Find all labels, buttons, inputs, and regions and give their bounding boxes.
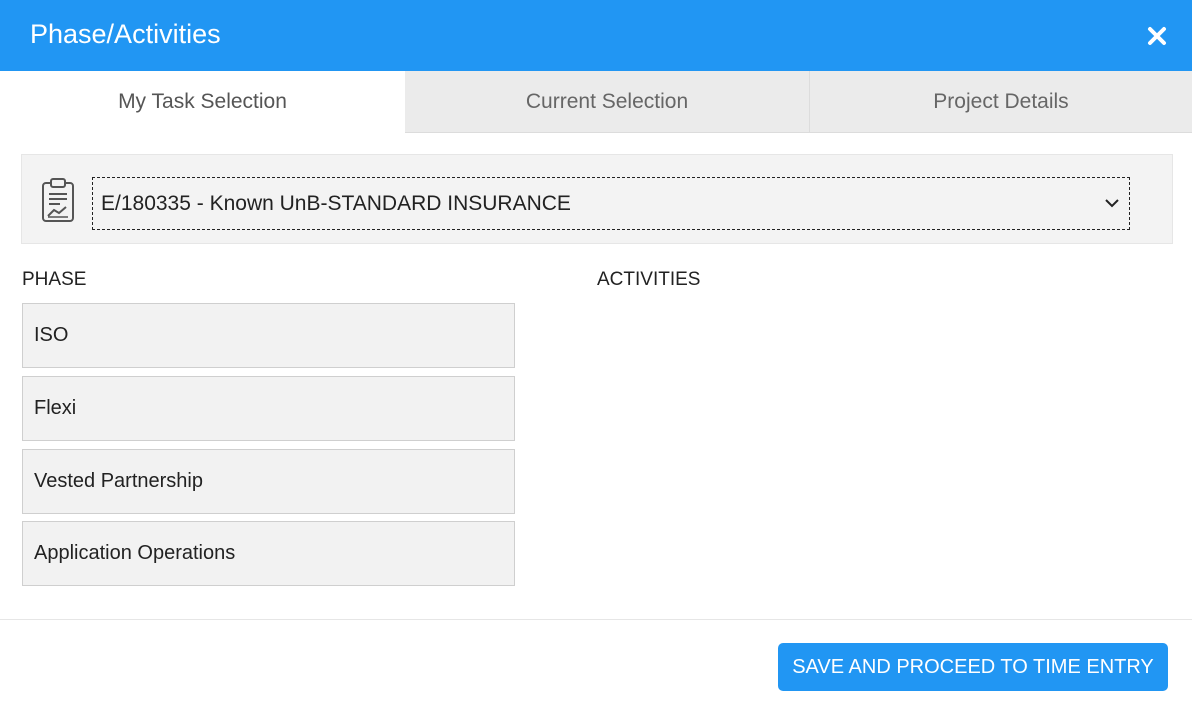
phase-item-label: ISO (34, 324, 69, 346)
save-button-label: SAVE AND PROCEED TO TIME ENTRY (792, 655, 1154, 678)
tab-label: My Task Selection (118, 90, 287, 113)
tab-project-details[interactable]: Project Details (809, 71, 1192, 133)
tab-label: Current Selection (525, 89, 689, 113)
tab-current-selection[interactable]: Current Selection (405, 71, 809, 133)
project-select[interactable]: E/180335 - Known UnB-STANDARD INSURANCE (92, 177, 1130, 230)
save-and-proceed-button[interactable]: SAVE AND PROCEED TO TIME ENTRY (778, 643, 1168, 691)
phase-item-application-operations[interactable]: Application Operations (22, 521, 515, 586)
phase-item-label: Flexi (34, 397, 77, 419)
project-select-value: E/180335 - Known UnB-STANDARD INSURANCE (101, 191, 571, 215)
chevron-down-icon (1103, 194, 1121, 212)
phase-item-vested-partnership[interactable]: Vested Partnership (22, 449, 515, 514)
project-selector-bar: E/180335 - Known UnB-STANDARD INSURANCE (21, 154, 1173, 244)
tab-bar: My Task Selection Current Selection Proj… (0, 71, 1192, 133)
close-icon[interactable] (1141, 20, 1173, 52)
phase-heading: PHASE (22, 269, 87, 290)
dialog-header: Phase/Activities (0, 0, 1192, 71)
phase-item-flexi[interactable]: Flexi (22, 376, 515, 441)
clipboard-chart-icon (40, 177, 76, 223)
phase-item-iso[interactable]: ISO (22, 303, 515, 368)
dialog-title: Phase/Activities (30, 19, 221, 49)
phase-item-label: Application Operations (34, 542, 236, 564)
tab-label: Project Details (933, 89, 1069, 113)
footer-divider (0, 619, 1192, 620)
activities-heading: ACTIVITIES (597, 269, 701, 290)
tab-my-task-selection[interactable]: My Task Selection (0, 71, 405, 133)
phase-item-label: Vested Partnership (34, 470, 203, 492)
